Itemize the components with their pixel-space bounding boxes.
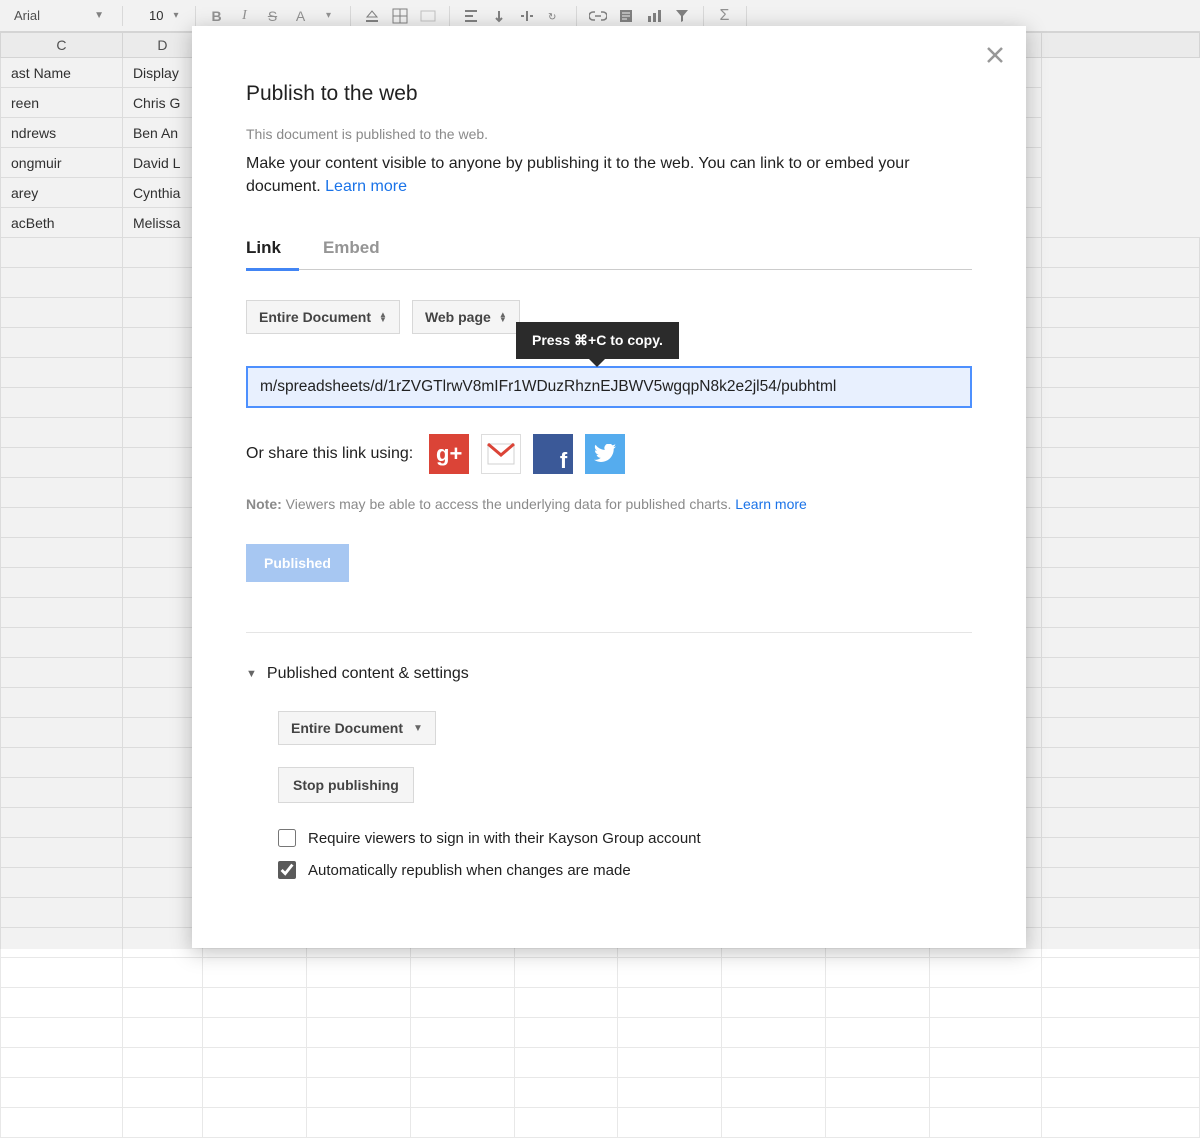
cell[interactable]: [410, 1048, 514, 1078]
google-plus-icon[interactable]: g+: [429, 434, 469, 474]
cell[interactable]: [514, 958, 618, 988]
cell[interactable]: [122, 1078, 202, 1108]
cell[interactable]: [826, 1048, 930, 1078]
cell[interactable]: [306, 988, 410, 1018]
cell[interactable]: [618, 1108, 722, 1138]
cell[interactable]: [722, 1048, 826, 1078]
cell[interactable]: [930, 1108, 1042, 1138]
cell[interactable]: [930, 1078, 1042, 1108]
cell[interactable]: [722, 958, 826, 988]
twitter-icon[interactable]: [585, 434, 625, 474]
copy-tooltip: Press ⌘+C to copy.: [516, 322, 679, 359]
cell[interactable]: [410, 988, 514, 1018]
close-button[interactable]: [986, 44, 1004, 70]
cell[interactable]: [1, 1048, 123, 1078]
tabs: Link Embed: [246, 238, 972, 270]
cell[interactable]: [722, 1018, 826, 1048]
cell[interactable]: [306, 1048, 410, 1078]
cell[interactable]: [618, 1078, 722, 1108]
cell[interactable]: [514, 988, 618, 1018]
cell[interactable]: [930, 958, 1042, 988]
cell[interactable]: [410, 1018, 514, 1048]
cell[interactable]: [826, 988, 930, 1018]
cell[interactable]: [122, 958, 202, 988]
cell[interactable]: [514, 1108, 618, 1138]
cell[interactable]: [1, 988, 123, 1018]
cell[interactable]: [826, 1108, 930, 1138]
cell[interactable]: [1042, 988, 1200, 1018]
scope-selector[interactable]: Entire Document▲▼: [246, 300, 400, 334]
cell[interactable]: [930, 988, 1042, 1018]
gmail-icon[interactable]: [481, 434, 521, 474]
cell[interactable]: [410, 958, 514, 988]
cell[interactable]: [202, 958, 306, 988]
cell[interactable]: [722, 1108, 826, 1138]
triangle-down-icon: ▼: [246, 668, 257, 680]
cell[interactable]: [930, 1018, 1042, 1048]
cell[interactable]: [306, 958, 410, 988]
note-learn-more-link[interactable]: Learn more: [735, 496, 807, 512]
cell[interactable]: [1, 1018, 123, 1048]
learn-more-link[interactable]: Learn more: [325, 178, 407, 195]
cell[interactable]: [1, 1108, 123, 1138]
require-signin-checkbox[interactable]: Require viewers to sign in with their Ka…: [278, 829, 972, 847]
sort-icon: ▲▼: [499, 312, 507, 322]
cell[interactable]: [306, 1078, 410, 1108]
cell[interactable]: [722, 1078, 826, 1108]
published-url-input[interactable]: [246, 366, 972, 408]
published-status: This document is published to the web.: [246, 126, 972, 142]
cell[interactable]: [1042, 1048, 1200, 1078]
cell[interactable]: [1042, 1018, 1200, 1048]
cell[interactable]: [202, 1018, 306, 1048]
cell[interactable]: [618, 1048, 722, 1078]
cell[interactable]: [618, 1018, 722, 1048]
cell[interactable]: [618, 958, 722, 988]
cell[interactable]: [202, 1078, 306, 1108]
cell[interactable]: [1042, 1108, 1200, 1138]
cell[interactable]: [122, 1108, 202, 1138]
publish-dialog: Publish to the web This document is publ…: [192, 26, 1026, 948]
cell[interactable]: [410, 1108, 514, 1138]
stop-publishing-button[interactable]: Stop publishing: [278, 767, 414, 803]
dialog-title: Publish to the web: [246, 82, 972, 106]
cell[interactable]: [514, 1078, 618, 1108]
cell[interactable]: [722, 988, 826, 1018]
cell[interactable]: [618, 988, 722, 1018]
auto-republish-checkbox[interactable]: Automatically republish when changes are…: [278, 861, 972, 879]
sort-icon: ▲▼: [379, 312, 387, 322]
cell[interactable]: [930, 1048, 1042, 1078]
cell[interactable]: [122, 988, 202, 1018]
cell[interactable]: [514, 1048, 618, 1078]
share-icons: g+ f: [429, 434, 625, 474]
facebook-icon[interactable]: f: [533, 434, 573, 474]
cell[interactable]: [826, 1018, 930, 1048]
cell[interactable]: [122, 1018, 202, 1048]
note-text: Note: Viewers may be able to access the …: [246, 496, 972, 512]
cell[interactable]: [202, 1048, 306, 1078]
cell[interactable]: [826, 1078, 930, 1108]
published-button[interactable]: Published: [246, 544, 349, 582]
cell[interactable]: [1, 1078, 123, 1108]
cell[interactable]: [826, 958, 930, 988]
tab-embed[interactable]: Embed: [323, 238, 398, 269]
tab-link[interactable]: Link: [246, 238, 299, 271]
settings-toggle[interactable]: ▼ Published content & settings: [246, 665, 972, 683]
cell[interactable]: [306, 1108, 410, 1138]
format-selector[interactable]: Web page▲▼: [412, 300, 520, 334]
dialog-overlay: Publish to the web This document is publ…: [0, 0, 1200, 949]
cell[interactable]: [122, 1048, 202, 1078]
publish-scope-selector[interactable]: Entire Document▼: [278, 711, 436, 745]
triangle-down-icon: ▼: [413, 723, 423, 734]
cell[interactable]: [514, 1018, 618, 1048]
share-label: Or share this link using:: [246, 445, 413, 463]
cell[interactable]: [1042, 958, 1200, 988]
dialog-description: Make your content visible to anyone by p…: [246, 152, 972, 198]
cell[interactable]: [306, 1018, 410, 1048]
cell[interactable]: [202, 1108, 306, 1138]
cell[interactable]: [202, 988, 306, 1018]
cell[interactable]: [410, 1078, 514, 1108]
cell[interactable]: [1, 958, 123, 988]
cell[interactable]: [1042, 1078, 1200, 1108]
